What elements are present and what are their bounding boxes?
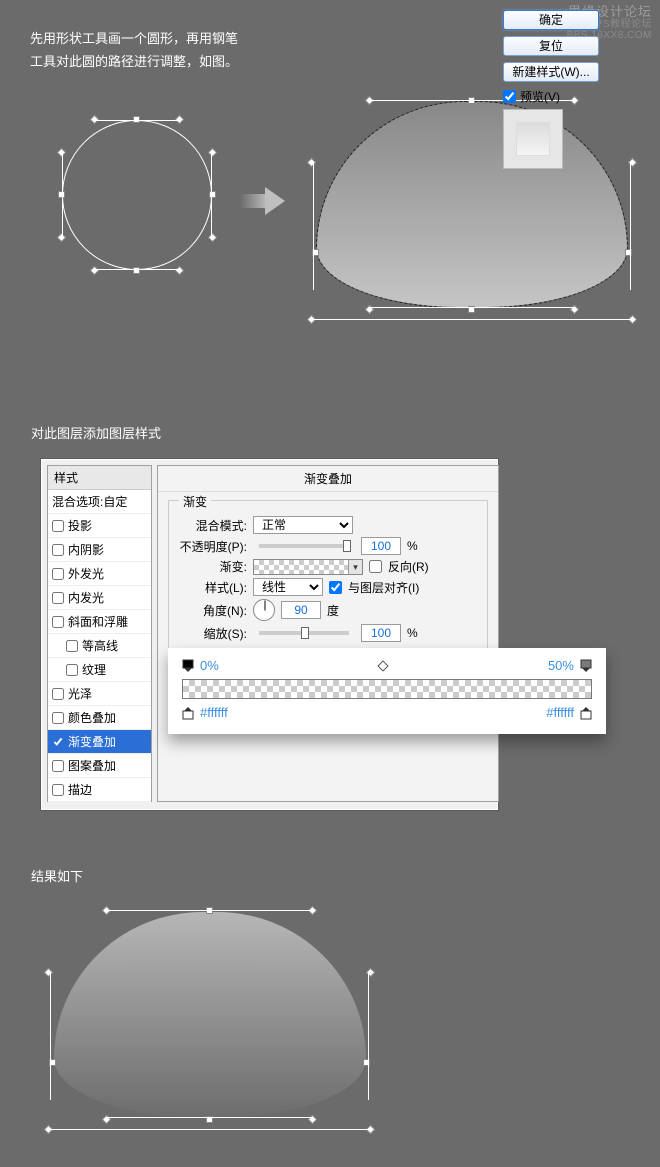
- arrow-icon: [240, 190, 288, 212]
- bezier-line: [94, 269, 180, 270]
- bezier-line: [94, 120, 180, 121]
- dialog-buttons: 确定 复位 新建样式(W)... 预览(V): [503, 10, 623, 169]
- group-title: 渐变: [179, 493, 211, 510]
- checkbox[interactable]: [52, 760, 64, 772]
- opacity-slider[interactable]: [259, 544, 349, 548]
- bezier-line: [50, 972, 51, 1100]
- result-label: 结果如下: [31, 866, 83, 885]
- checkbox[interactable]: [52, 544, 64, 556]
- color-stop-icon[interactable]: [182, 706, 194, 720]
- bezier-handle[interactable]: [367, 1126, 374, 1133]
- list-item[interactable]: 描边: [48, 778, 151, 802]
- checkbox[interactable]: [52, 688, 64, 700]
- gradient-swatch[interactable]: ▾: [253, 559, 363, 575]
- bezier-line: [369, 307, 575, 308]
- left-opacity-value: 0%: [200, 658, 219, 673]
- opacity-stop-icon[interactable]: [580, 659, 592, 673]
- percent-label: %: [407, 539, 418, 553]
- styles-header[interactable]: 样式: [48, 466, 151, 490]
- list-item-gradient-overlay[interactable]: 渐变叠加: [48, 730, 151, 754]
- opacity-input[interactable]: [361, 537, 401, 555]
- scale-slider[interactable]: [259, 631, 349, 635]
- list-item[interactable]: 颜色叠加: [48, 706, 151, 730]
- checkbox[interactable]: [66, 664, 78, 676]
- dropdown-icon[interactable]: ▾: [348, 560, 362, 574]
- preview-thumbnail: [503, 109, 563, 169]
- checkbox[interactable]: [52, 736, 64, 748]
- instruction-line1: 先用形状工具画一个圆形，再用钢笔: [30, 27, 238, 50]
- scale-input[interactable]: [361, 624, 401, 642]
- ok-button[interactable]: 确定: [503, 10, 599, 30]
- angle-input[interactable]: [281, 601, 321, 619]
- gradient-group: 渐变 混合模式: 正常 不透明度(P): % 渐变: ▾ 反向(R) 样式(L)…: [168, 500, 488, 656]
- bezier-line: [313, 162, 314, 290]
- section-label: 对此图层添加图层样式: [31, 423, 161, 442]
- bezier-line: [106, 1117, 312, 1118]
- bezier-line: [630, 162, 631, 290]
- preview-label: 预览(V): [520, 88, 560, 105]
- opacity-stop-icon[interactable]: [182, 659, 194, 673]
- settings-panel: 渐变叠加 渐变 混合模式: 正常 不透明度(P): % 渐变: ▾ 反向(R) …: [157, 465, 499, 802]
- blend-options-row[interactable]: 混合选项:自定: [48, 490, 151, 514]
- styles-list: 样式 混合选项:自定 投影 内阴影 外发光 内发光 斜面和浮雕 等高线 纹理 光…: [47, 465, 152, 802]
- checkbox[interactable]: [52, 520, 64, 532]
- circle-outline: [62, 120, 212, 270]
- align-label: 与图层对齐(I): [348, 579, 419, 596]
- panel-title: 渐变叠加: [158, 466, 498, 492]
- list-item[interactable]: 内发光: [48, 586, 151, 610]
- preview-checkbox[interactable]: [503, 90, 516, 103]
- left-color-value: #ffffff: [200, 705, 228, 720]
- gradient-label: 渐变:: [179, 558, 247, 575]
- new-style-button[interactable]: 新建样式(W)...: [503, 62, 599, 82]
- scale-label: 缩放(S):: [179, 625, 247, 642]
- blend-mode-label: 混合模式:: [179, 517, 247, 534]
- checkbox[interactable]: [52, 616, 64, 628]
- checkbox[interactable]: [52, 592, 64, 604]
- right-opacity-value: 50%: [548, 658, 574, 673]
- instruction-line2: 工具对此圆的路径进行调整，如图。: [30, 50, 238, 73]
- gradient-bar[interactable]: [182, 679, 592, 699]
- angle-label: 角度(N):: [179, 602, 247, 619]
- list-item[interactable]: 投影: [48, 514, 151, 538]
- right-color-value: #ffffff: [546, 705, 574, 720]
- checkbox[interactable]: [52, 784, 64, 796]
- list-item[interactable]: 等高线: [48, 634, 151, 658]
- bezier-line: [211, 152, 212, 238]
- percent-label: %: [407, 626, 418, 640]
- angle-dial[interactable]: [253, 599, 275, 621]
- midpoint-icon[interactable]: [378, 660, 389, 671]
- checkbox[interactable]: [66, 640, 78, 652]
- blend-mode-select[interactable]: 正常: [253, 516, 353, 534]
- checkbox[interactable]: [52, 568, 64, 580]
- style-select[interactable]: 线性: [253, 578, 323, 596]
- checkbox[interactable]: [52, 712, 64, 724]
- result-shape: [42, 900, 377, 1130]
- bezier-line: [62, 152, 63, 238]
- reset-button[interactable]: 复位: [503, 36, 599, 56]
- list-item[interactable]: 图案叠加: [48, 754, 151, 778]
- list-item[interactable]: 外发光: [48, 562, 151, 586]
- result-dome: [54, 912, 366, 1117]
- degree-label: 度: [327, 602, 339, 619]
- circle-shape: [62, 120, 212, 270]
- list-item[interactable]: 纹理: [48, 658, 151, 682]
- gradient-editor-strip: 0% 50% #ffffff #ffffff: [168, 648, 606, 734]
- opacity-label: 不透明度(P):: [179, 538, 247, 555]
- bezier-line: [106, 910, 312, 911]
- list-item[interactable]: 内阴影: [48, 538, 151, 562]
- style-label: 样式(L):: [179, 579, 247, 596]
- reverse-checkbox[interactable]: [369, 560, 382, 573]
- color-stop-icon[interactable]: [580, 706, 592, 720]
- list-item[interactable]: 光泽: [48, 682, 151, 706]
- list-item[interactable]: 斜面和浮雕: [48, 610, 151, 634]
- reverse-label: 反向(R): [388, 558, 429, 575]
- bezier-line: [313, 319, 631, 320]
- bezier-line: [368, 972, 369, 1100]
- bezier-line: [50, 1129, 368, 1130]
- instruction-text: 先用形状工具画一个圆形，再用钢笔 工具对此圆的路径进行调整，如图。: [30, 27, 238, 74]
- align-checkbox[interactable]: [329, 581, 342, 594]
- layer-style-dialog: 样式 混合选项:自定 投影 内阴影 外发光 内发光 斜面和浮雕 等高线 纹理 光…: [40, 458, 499, 811]
